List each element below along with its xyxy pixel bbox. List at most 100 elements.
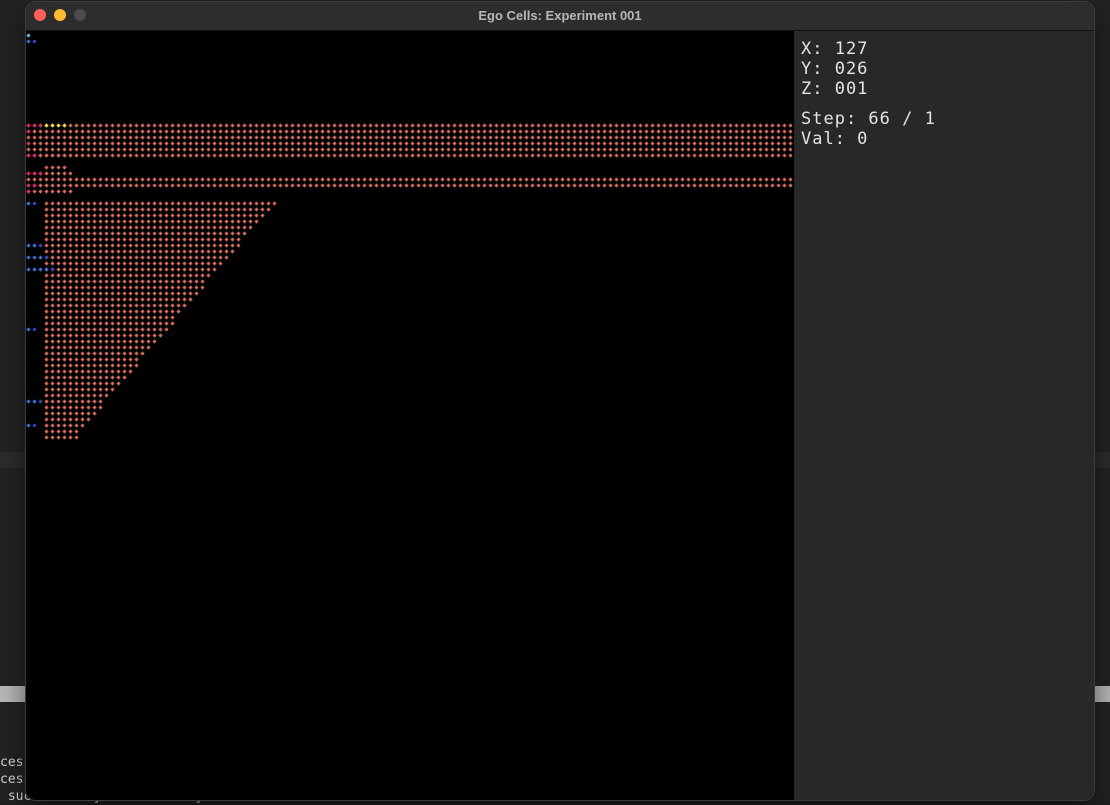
cell: [614, 147, 619, 152]
cell: [122, 141, 127, 146]
cell: [200, 147, 205, 152]
cell: [212, 261, 217, 266]
cell: [572, 123, 577, 128]
cell: [122, 375, 127, 380]
cell: [254, 135, 259, 140]
cell: [182, 243, 187, 248]
cell: [164, 261, 169, 266]
cell: [50, 309, 55, 314]
cell: [44, 423, 49, 428]
cell: [470, 123, 475, 128]
cell: [176, 135, 181, 140]
cell: [74, 429, 79, 434]
cell: [464, 147, 469, 152]
cell: [134, 219, 139, 224]
cell: [278, 177, 283, 182]
cell: [188, 177, 193, 182]
cell: [86, 201, 91, 206]
cell: [518, 123, 523, 128]
cell: [86, 249, 91, 254]
cell: [266, 129, 271, 134]
cell: [242, 135, 247, 140]
cell: [80, 141, 85, 146]
cell: [134, 261, 139, 266]
title-bar[interactable]: Ego Cells: Experiment 001: [26, 2, 1094, 31]
cell: [356, 141, 361, 146]
cell: [212, 147, 217, 152]
cell: [254, 201, 259, 206]
cell: [332, 177, 337, 182]
cell: [584, 177, 589, 182]
cell: [182, 273, 187, 278]
cell: [62, 165, 67, 170]
cell: [602, 141, 607, 146]
cell: [242, 147, 247, 152]
cell: [548, 141, 553, 146]
cell: [74, 261, 79, 266]
cell: [56, 351, 61, 356]
cell: [92, 345, 97, 350]
cell: [62, 189, 67, 194]
cell: [194, 141, 199, 146]
cell: [92, 357, 97, 362]
cell: [686, 153, 691, 158]
cell: [62, 333, 67, 338]
cell: [302, 123, 307, 128]
cell: [74, 375, 79, 380]
cell: [170, 321, 175, 326]
simulation-viewport[interactable]: [26, 31, 794, 800]
cell: [158, 249, 163, 254]
cell: [482, 183, 487, 188]
cell: [80, 351, 85, 356]
cell: [440, 123, 445, 128]
cell: [122, 285, 127, 290]
cell: [638, 153, 643, 158]
cell: [86, 327, 91, 332]
cell: [788, 147, 793, 152]
cell: [26, 39, 31, 44]
cell: [218, 129, 223, 134]
cell: [122, 147, 127, 152]
cell: [56, 423, 61, 428]
cell: [434, 135, 439, 140]
cell: [98, 285, 103, 290]
cell: [50, 381, 55, 386]
cell: [56, 243, 61, 248]
cell: [536, 135, 541, 140]
cell: [80, 147, 85, 152]
cell: [44, 243, 49, 248]
cell: [560, 147, 565, 152]
cell: [578, 123, 583, 128]
cell: [134, 297, 139, 302]
cell: [74, 387, 79, 392]
cell: [116, 291, 121, 296]
cell: [140, 351, 145, 356]
cell: [134, 327, 139, 332]
cell: [458, 147, 463, 152]
cell: [428, 183, 433, 188]
cell: [296, 135, 301, 140]
cell: [128, 285, 133, 290]
cell: [524, 147, 529, 152]
cell: [98, 255, 103, 260]
cell: [536, 141, 541, 146]
cell: [698, 147, 703, 152]
cell: [104, 267, 109, 272]
cell: [134, 339, 139, 344]
cell: [674, 183, 679, 188]
cell: [128, 363, 133, 368]
cell: [146, 237, 151, 242]
cell: [164, 279, 169, 284]
cell: [92, 351, 97, 356]
cell: [770, 177, 775, 182]
cell: [224, 177, 229, 182]
cell: [152, 207, 157, 212]
cell: [56, 399, 61, 404]
cell: [110, 315, 115, 320]
cell: [104, 225, 109, 230]
cell: [182, 123, 187, 128]
cell: [134, 363, 139, 368]
cell: [254, 213, 259, 218]
cell: [170, 303, 175, 308]
cell: [38, 243, 43, 248]
